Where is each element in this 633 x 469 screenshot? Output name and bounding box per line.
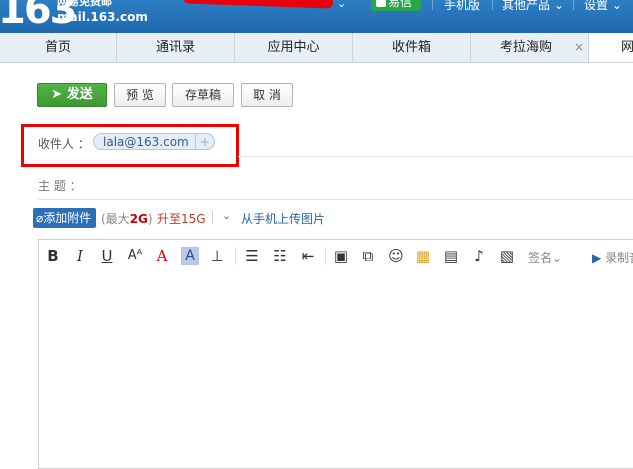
header-divider <box>432 0 433 10</box>
yixin-button[interactable]: 易信 <box>371 0 421 11</box>
tab-contacts[interactable]: 通讯录 <box>117 33 235 62</box>
tab-home[interactable]: 首页 <box>0 33 117 62</box>
chevron-down-icon[interactable]: ⌄ <box>337 0 346 10</box>
close-icon[interactable]: × <box>574 33 584 62</box>
toolbar-divider <box>235 247 236 265</box>
align-left-icon[interactable]: ☰ <box>243 247 261 265</box>
indent-icon[interactable]: ⇤ <box>299 247 317 265</box>
video-camera-icon: ▶ <box>592 251 602 265</box>
limit-value: 2G <box>129 212 148 226</box>
settings-link[interactable]: 设置 ⌄ <box>584 0 622 13</box>
limit-open: (最大 <box>101 212 130 226</box>
tab-inbox[interactable]: 收件箱 <box>353 33 471 62</box>
message-editor[interactable]: B I U Aᴬ A A ⊥ ☰ ☷ ⇤ ▣ ⧉ ☺ ▦ ▤ ♪ ▧ 签名⌄ ▶… <box>38 239 633 469</box>
screenshot-icon[interactable]: ⧉ <box>359 247 377 265</box>
tab-compose[interactable]: 网 <box>589 33 633 62</box>
emoji-icon[interactable]: ☺ <box>387 247 405 265</box>
chevron-down-icon[interactable]: ⌄ <box>222 209 231 222</box>
header-divider <box>492 0 493 10</box>
upgrade-storage-link[interactable]: 升至15G <box>157 210 206 227</box>
settings-label: 设置 <box>584 0 609 12</box>
header-divider <box>573 0 574 10</box>
italic-button[interactable]: I <box>72 247 88 265</box>
attachment-size-limit: (最大2G) <box>101 210 153 227</box>
send-label: 发送 <box>66 87 93 102</box>
send-button[interactable]: ➤ 发送 <box>37 83 107 107</box>
bullet-list-icon[interactable]: ☷ <box>271 247 289 265</box>
send-icon: ➤ <box>51 87 63 102</box>
tab-bar: 首页 通讯录 应用中心 收件箱 考拉海购 × 网 <box>0 33 633 63</box>
insert-image-icon[interactable]: ▣ <box>332 247 350 265</box>
preview-button[interactable]: 预 览 <box>114 83 166 107</box>
recipient-divider <box>238 156 633 157</box>
signature-label: 签名 <box>528 251 553 265</box>
attach-divider <box>212 211 213 224</box>
tab-kaola[interactable]: 考拉海购 <box>471 33 589 62</box>
underline-button[interactable]: U <box>99 247 115 265</box>
add-attachment-label: 添加附件 <box>43 211 92 225</box>
add-attachment-button[interactable]: ⌀添加附件 <box>33 208 97 228</box>
yixin-icon <box>376 0 386 7</box>
logo-domain: mail.163.com <box>57 10 148 24</box>
record-video-button[interactable]: ▶ 录制音视 <box>592 249 633 266</box>
bold-button[interactable]: B <box>45 247 61 265</box>
limit-close: ) <box>147 212 153 226</box>
tab-app-center[interactable]: 应用中心 <box>235 33 353 62</box>
cancel-button[interactable]: 取 消 <box>241 83 293 107</box>
toolbar-divider <box>325 247 326 265</box>
logo-tagline: 网易免费邮 <box>57 0 112 8</box>
microphone-icon[interactable]: ♪ <box>470 247 488 265</box>
yixin-label: 易信 <box>388 0 413 9</box>
other-products-label: 其他产品 <box>502 0 551 12</box>
chevron-down-icon: ⌄ <box>552 251 563 265</box>
font-color-button[interactable]: A <box>154 247 170 265</box>
font-size-button[interactable]: Aᴬ <box>125 247 145 265</box>
top-header: 163 网易免费邮 mail.163.com ⌄ 易信 手机版 其他产品 ⌄ 设… <box>0 0 633 33</box>
redacted-account-name <box>182 0 334 9</box>
stationery-icon[interactable]: ▦ <box>414 247 432 265</box>
mobile-version-link[interactable]: 手机版 <box>444 0 480 13</box>
highlight-box <box>21 124 239 167</box>
upload-from-phone-link[interactable]: 从手机上传图片 <box>241 210 325 227</box>
highlight-color-button[interactable]: A <box>181 247 199 265</box>
chevron-down-icon: ⌄ <box>553 0 564 12</box>
editor-toolbar: B I U Aᴬ A A ⊥ ☰ ☷ ⇤ ▣ ⧉ ☺ ▦ ▤ ♪ ▧ 签名⌄ ▶… <box>39 240 633 273</box>
other-products-link[interactable]: 其他产品 ⌄ <box>502 0 564 13</box>
record-label: 录制音视 <box>605 251 633 265</box>
subject-label: 主 题 ： <box>38 179 82 193</box>
calendar-icon[interactable]: ▤ <box>442 247 460 265</box>
save-draft-button[interactable]: 存草稿 <box>172 83 234 107</box>
signature-dropdown[interactable]: 签名⌄ <box>528 249 562 266</box>
chevron-down-icon: ⌄ <box>611 0 622 12</box>
subject-input-underline[interactable] <box>38 199 633 200</box>
template-icon[interactable]: ▧ <box>498 247 516 265</box>
format-brush-icon[interactable]: ⊥ <box>209 247 225 265</box>
